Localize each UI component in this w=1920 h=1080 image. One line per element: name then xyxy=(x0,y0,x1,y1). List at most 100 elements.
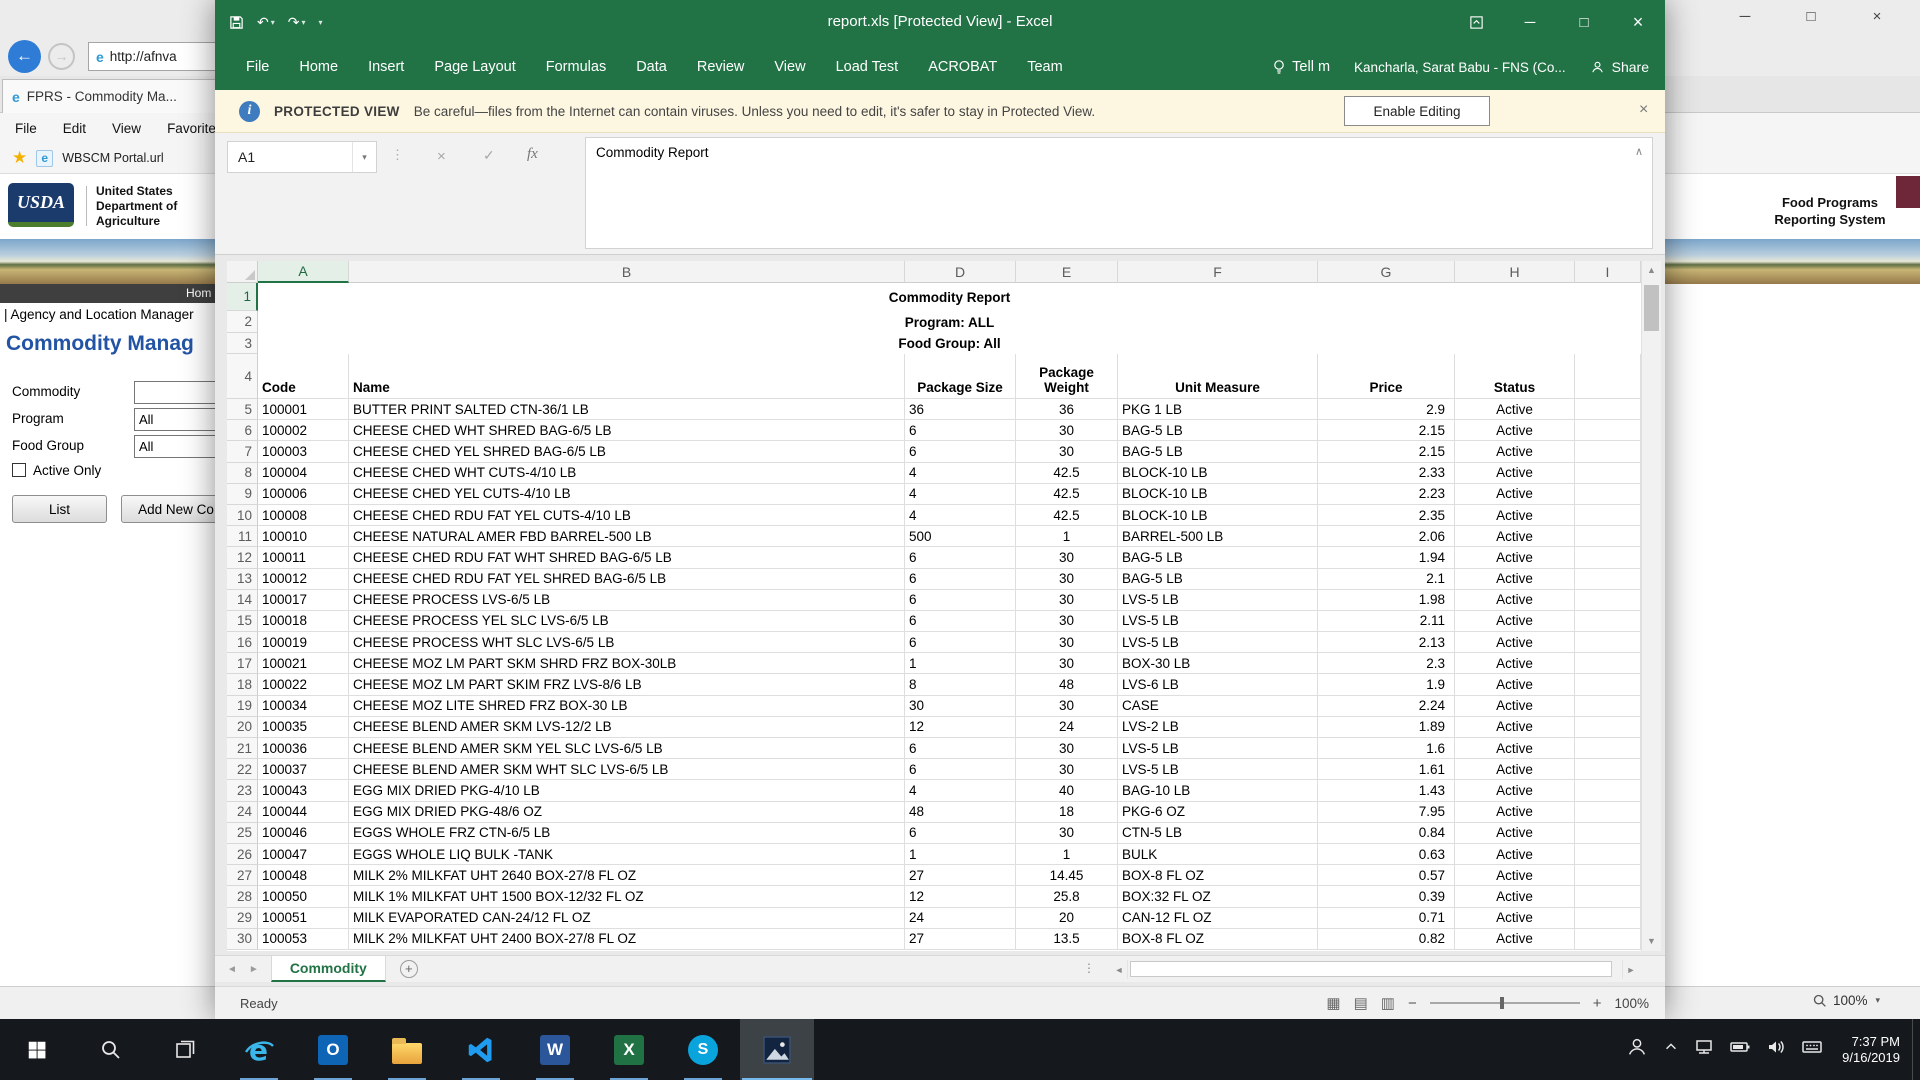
row-header[interactable]: 15 xyxy=(227,611,258,632)
cell[interactable]: BLOCK-10 LB xyxy=(1118,505,1318,526)
column-header-F[interactable]: F xyxy=(1118,261,1318,283)
cell[interactable]: 1.43 xyxy=(1318,780,1455,801)
cell[interactable]: 100004 xyxy=(258,463,349,484)
account-name[interactable]: Kancharla, Sarat Babu - FNS (Co... xyxy=(1354,60,1566,75)
cell[interactable]: 30 xyxy=(1016,420,1118,441)
cell[interactable]: BAG-5 LB xyxy=(1118,420,1318,441)
page-break-view-icon[interactable]: ▥ xyxy=(1381,994,1395,1012)
row-header[interactable]: 12 xyxy=(227,547,258,568)
cell[interactable]: Active xyxy=(1455,569,1575,590)
cell[interactable]: 42.5 xyxy=(1016,505,1118,526)
cell[interactable]: 2.1 xyxy=(1318,569,1455,590)
cell[interactable]: 42.5 xyxy=(1016,484,1118,505)
cell[interactable]: 30 xyxy=(1016,590,1118,611)
cell[interactable]: BOX-8 FL OZ xyxy=(1118,929,1318,950)
cell[interactable]: Active xyxy=(1455,717,1575,738)
row-header[interactable]: 17 xyxy=(227,653,258,674)
cell[interactable]: CTN-5 LB xyxy=(1118,823,1318,844)
ribbon-tab-view[interactable]: View xyxy=(759,44,820,90)
cell[interactable]: 100021 xyxy=(258,653,349,674)
cell[interactable]: 36 xyxy=(905,399,1016,420)
taskbar-ie-icon[interactable]: e xyxy=(222,1019,296,1080)
row-header[interactable]: 23 xyxy=(227,780,258,801)
cell[interactable]: 30 xyxy=(1016,759,1118,780)
ribbon-tab-page-layout[interactable]: Page Layout xyxy=(419,44,530,90)
nav-home-link[interactable]: Hom xyxy=(186,286,211,300)
sheet-nav-right-icon[interactable]: ► xyxy=(249,964,259,975)
cell[interactable]: 100012 xyxy=(258,569,349,590)
cell[interactable]: 4 xyxy=(905,505,1016,526)
row-header[interactable]: 8 xyxy=(227,463,258,484)
cell[interactable]: BOX:32 FL OZ xyxy=(1118,886,1318,907)
cell[interactable]: 4 xyxy=(905,463,1016,484)
cell[interactable]: 2.13 xyxy=(1318,632,1455,653)
cell[interactable]: MILK 2% MILKFAT UHT 2400 BOX-27/8 FL OZ xyxy=(349,929,905,950)
row-header[interactable]: 9 xyxy=(227,484,258,505)
cell[interactable]: 100017 xyxy=(258,590,349,611)
cell[interactable]: 30 xyxy=(905,696,1016,717)
row-header[interactable]: 27 xyxy=(227,865,258,886)
cell[interactable]: BAG-5 LB xyxy=(1118,547,1318,568)
cell[interactable]: Active xyxy=(1455,929,1575,950)
cell[interactable]: CHEESE MOZ LITE SHRED FRZ BOX-30 LB xyxy=(349,696,905,717)
favorite-item[interactable]: WBSCM Portal.url xyxy=(62,151,163,165)
cell[interactable]: 0.84 xyxy=(1318,823,1455,844)
cell[interactable]: 6 xyxy=(905,632,1016,653)
cell[interactable]: Active xyxy=(1455,908,1575,929)
ie-close-button[interactable]: × xyxy=(1844,0,1910,37)
taskbar-vscode-icon[interactable] xyxy=(444,1019,518,1080)
row-header[interactable]: 28 xyxy=(227,886,258,907)
cell[interactable]: 6 xyxy=(905,441,1016,462)
cell[interactable]: 2.35 xyxy=(1318,505,1455,526)
cell[interactable]: CHEESE PROCESS WHT SLC LVS-6/5 LB xyxy=(349,632,905,653)
cell[interactable]: 100037 xyxy=(258,759,349,780)
cell[interactable]: Active xyxy=(1455,463,1575,484)
show-hidden-icons-chevron[interactable] xyxy=(1663,1039,1679,1060)
row-header[interactable]: 13 xyxy=(227,569,258,590)
cell[interactable]: PKG 1 LB xyxy=(1118,399,1318,420)
cell[interactable]: LVS-6 LB xyxy=(1118,674,1318,695)
cell[interactable]: 1.98 xyxy=(1318,590,1455,611)
row-header[interactable]: 25 xyxy=(227,823,258,844)
cell[interactable]: 30 xyxy=(1016,569,1118,590)
cell[interactable]: 24 xyxy=(905,908,1016,929)
cell[interactable]: 27 xyxy=(905,865,1016,886)
menu-edit[interactable]: Edit xyxy=(50,121,99,136)
cell[interactable]: EGG MIX DRIED PKG-48/6 OZ xyxy=(349,802,905,823)
cell[interactable]: Active xyxy=(1455,780,1575,801)
save-icon[interactable] xyxy=(229,15,244,30)
message-bar-close-icon[interactable]: × xyxy=(1639,102,1648,118)
sheet-nav-left-icon[interactable]: ◄ xyxy=(227,964,237,975)
row-header[interactable]: 14 xyxy=(227,590,258,611)
cell[interactable]: 2.33 xyxy=(1318,463,1455,484)
cancel-icon[interactable]: × xyxy=(437,148,446,165)
cell[interactable]: 4 xyxy=(905,484,1016,505)
cell[interactable]: 100035 xyxy=(258,717,349,738)
active-only-checkbox[interactable] xyxy=(12,463,26,477)
ribbon-tab-home[interactable]: Home xyxy=(284,44,353,90)
cell[interactable]: PKG-6 OZ xyxy=(1118,802,1318,823)
cell[interactable]: CHEESE BLEND AMER SKM LVS-12/2 LB xyxy=(349,717,905,738)
cell[interactable]: Active xyxy=(1455,484,1575,505)
cell[interactable]: 100010 xyxy=(258,526,349,547)
cell[interactable]: 500 xyxy=(905,526,1016,547)
cell[interactable]: Active xyxy=(1455,441,1575,462)
cell[interactable]: 100044 xyxy=(258,802,349,823)
table-header-cell[interactable]: Code xyxy=(258,354,349,399)
cell[interactable]: BAG-5 LB xyxy=(1118,569,1318,590)
cell[interactable]: Active xyxy=(1455,611,1575,632)
share-button[interactable]: Share xyxy=(1590,59,1649,75)
row-header[interactable]: 6 xyxy=(227,420,258,441)
cell[interactable]: Active xyxy=(1455,420,1575,441)
name-box-caret-icon[interactable]: ▾ xyxy=(352,142,376,172)
taskbar-skype-icon[interactable]: S xyxy=(666,1019,740,1080)
cell[interactable]: Active xyxy=(1455,759,1575,780)
table-header-cell[interactable]: Unit Measure xyxy=(1118,354,1318,399)
cell[interactable]: 18 xyxy=(1016,802,1118,823)
cell[interactable]: Active xyxy=(1455,802,1575,823)
sheet-tab-commodity[interactable]: Commodity xyxy=(271,956,386,982)
row-header[interactable]: 5 xyxy=(227,399,258,420)
formula-bar-input[interactable]: Commodity Report ∧ xyxy=(585,137,1653,249)
cell[interactable]: BUTTER PRINT SALTED CTN-36/1 LB xyxy=(349,399,905,420)
column-header-H[interactable]: H xyxy=(1455,261,1575,283)
